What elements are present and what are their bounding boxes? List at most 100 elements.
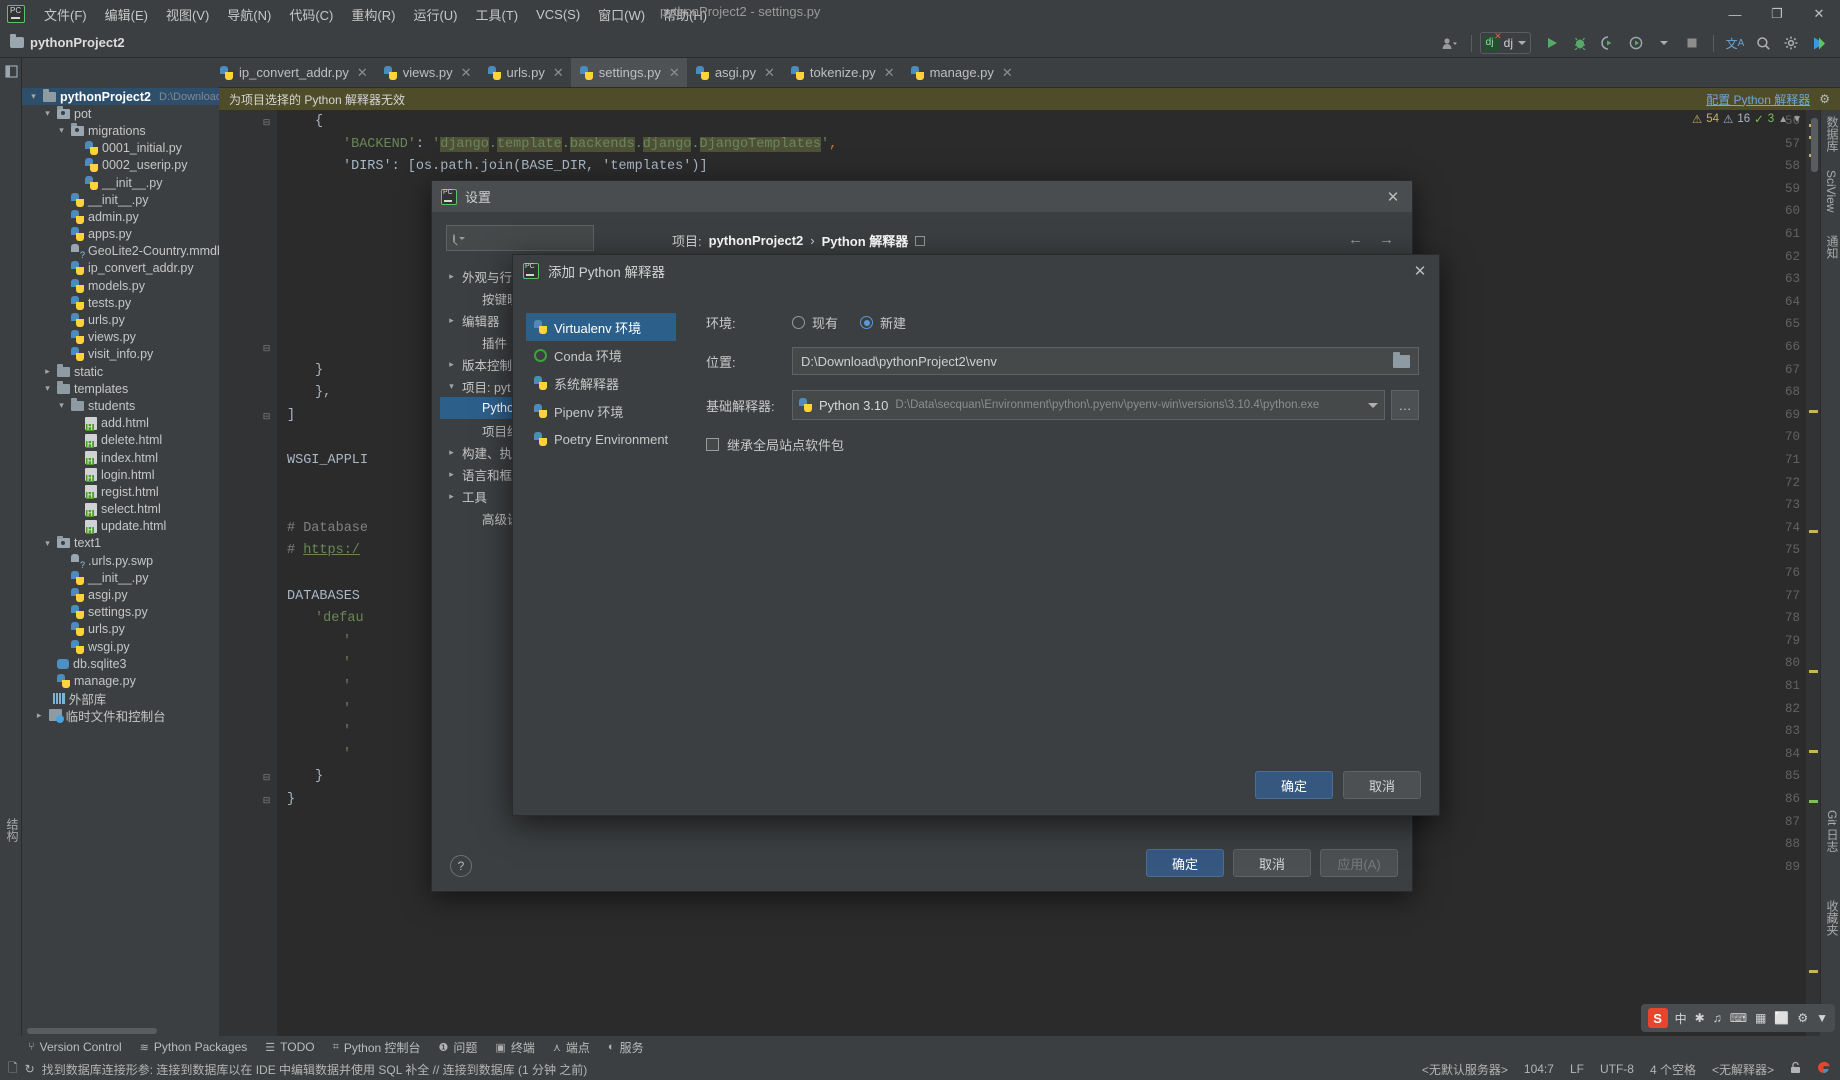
chevron-down-icon[interactable]: ▾ [42,383,53,394]
google-sync-icon[interactable] [1817,1061,1830,1077]
close-icon[interactable]: ✕ [1380,188,1406,206]
tree-node-asgi-py[interactable]: asgi.py [22,586,219,603]
tree-node-settings-py[interactable]: settings.py [22,604,219,621]
code-line[interactable]: ' [343,747,351,762]
expand-panel-icon[interactable] [915,235,926,246]
project-horizontal-scrollbar[interactable] [27,1028,157,1034]
run-with-coverage-icon[interactable] [1595,31,1621,55]
inspection-widget[interactable]: ⚠ 54 ⚠ 16 ✓ 3 ▲ ▼ [1692,112,1802,126]
close-tab-icon[interactable]: ✕ [357,65,368,81]
stop-icon[interactable] [1679,31,1705,55]
code-fold-icon[interactable]: ⊟ [261,411,272,422]
env-option-Virtualenv---[interactable]: Virtualenv 环境 [526,313,676,341]
radio-existing-button[interactable] [792,316,805,329]
ime-item-7[interactable]: ▼ [1816,1011,1828,1025]
chevron-down-icon[interactable]: ▾ [28,91,39,102]
nav-back-icon[interactable]: ← [1348,231,1363,248]
prev-problem-icon[interactable]: ▲ [1778,114,1788,125]
tree-node-index-html[interactable]: index.html [22,449,219,466]
tree-node-migrations[interactable]: ▾ migrations [22,122,219,139]
code-fold-icon[interactable]: ⊟ [261,117,272,128]
browse-folder-icon[interactable] [1393,352,1410,368]
chevron-down-icon[interactable]: ▾ [42,108,53,119]
git-log-stripe-label[interactable]: Git 日志 [1824,810,1840,853]
code-line[interactable]: ' [343,656,351,671]
caret-position[interactable]: 104:7 [1524,1062,1554,1076]
menu-item-5[interactable]: 重构(R) [342,2,404,27]
lock-icon[interactable] [1790,1061,1801,1077]
editor-tab-urls-py[interactable]: urls.py ✕ [479,58,571,87]
notifications-stripe-label[interactable]: 通知 [1824,235,1840,259]
radio-new-button[interactable] [860,316,874,329]
project-tool-icon[interactable] [0,60,22,82]
ime-item-1[interactable]: ✱ [1695,1011,1705,1025]
menu-item-7[interactable]: 工具(T) [466,2,527,27]
tree-node--urls-py-swp[interactable]: .urls.py.swp [22,552,219,570]
add-interpreter-ok-button[interactable]: 确定 [1255,771,1333,799]
editor-tab-manage-py[interactable]: manage.py ✕ [902,58,1020,87]
translate-icon[interactable]: 文A [1722,31,1748,55]
menu-item-9[interactable]: 窗口(W) [589,2,654,27]
bottom-tab-Python----[interactable]: ⌗ Python 控制台 [325,1038,429,1057]
tree-node-students[interactable]: ▾ students [22,397,219,414]
bookmarks-stripe-label[interactable]: 收藏夹 [1824,900,1840,936]
radio-existing[interactable]: 现有 [792,313,860,332]
settings-cancel-button[interactable]: 取消 [1233,849,1311,877]
search-icon[interactable] [1750,31,1776,55]
chevron-down-icon[interactable]: ▾ [56,125,67,136]
tree-node-apps-py[interactable]: apps.py [22,226,219,243]
bottom-tab---[interactable]: ⋏ 端点 [545,1038,598,1057]
project-file-tree[interactable]: ▾ pythonProject2 D:\Download\p ▾ pot ▾ migrati… [22,88,219,1016]
tree-node-pythonProject2[interactable]: ▾ pythonProject2 D:\Download\p [22,88,219,106]
breadcrumb-project-name[interactable]: pythonProject2 [30,35,125,50]
refresh-icon[interactable]: ↻ [25,1062,35,1076]
env-option-Conda---[interactable]: Conda 环境 [526,341,676,369]
base-interpreter-dropdown[interactable]: Python 3.10 D:\Data\secquan\Environment\… [792,390,1385,420]
file-encoding[interactable]: UTF-8 [1600,1062,1634,1076]
debug-icon[interactable] [1567,31,1593,55]
code-line[interactable]: ' [343,634,351,649]
database-stripe-label[interactable]: 数据库 [1824,116,1840,152]
tree-node-pot[interactable]: ▾ pot [22,105,219,122]
chevron-right-icon[interactable]: ▸ [446,359,457,370]
bottom-tab---[interactable]: ❶ 问题 [431,1038,486,1057]
tree-node-regist-html[interactable]: regist.html [22,483,219,500]
menu-item-4[interactable]: 代码(C) [280,2,342,27]
bottom-tab-TODO[interactable]: ☰ TODO [257,1039,322,1055]
tree-node-visit_info-py[interactable]: visit_info.py [22,346,219,363]
line-separator[interactable]: LF [1570,1062,1584,1076]
menu-item-1[interactable]: 编辑(E) [96,2,157,27]
tree-node-text1[interactable]: ▾ text1 [22,535,219,552]
tree-node-views-py[interactable]: views.py [22,329,219,346]
code-line[interactable]: WSGI_APPLI [287,453,368,468]
code-fold-icon[interactable]: ⊟ [261,795,272,806]
code-line[interactable]: 'BACKEND': 'django.template.backends.dja… [343,136,837,152]
radio-new[interactable]: 新建 [860,313,928,332]
code-line[interactable]: # Database [287,521,368,536]
settings-ok-button[interactable]: 确定 [1146,849,1224,877]
code-line[interactable]: ' [343,724,351,739]
configure-interpreter-link[interactable]: 配置 Python 解释器 [1706,91,1810,108]
chevron-down-icon[interactable]: ▾ [42,538,53,549]
tree-node----[interactable]: 外部库 [22,690,219,707]
tree-node-delete-html[interactable]: delete.html [22,432,219,449]
environment-type-list[interactable]: Virtualenv 环境 Conda 环境 系统解释器 Pipenv 环境 Poetr… [526,313,676,453]
chevron-down-icon[interactable]: ▾ [56,400,67,411]
env-option------[interactable]: 系统解释器 [526,369,676,397]
tree-node-0002_userip-py[interactable]: 0002_userip.py [22,157,219,174]
ime-item-3[interactable]: ⌨ [1730,1011,1747,1025]
profiler-icon[interactable] [1623,31,1649,55]
tree-node-admin-py[interactable]: admin.py [22,208,219,225]
tree-node---------[interactable]: ▸ 临时文件和控制台 [22,707,219,724]
code-line[interactable]: ' [343,679,351,694]
chevron-right-icon[interactable]: ▸ [42,366,53,377]
tree-node-db-sqlite3[interactable]: db.sqlite3 [22,655,219,672]
chevron-right-icon[interactable]: ▸ [34,710,45,721]
code-line[interactable]: } [315,769,323,784]
bottom-tab-Python-Packages[interactable]: ≋ Python Packages [132,1039,256,1055]
editor-tab-tokenize-py[interactable]: tokenize.py ✕ [782,58,902,87]
editor-error-stripe[interactable] [1806,110,1820,1036]
tree-node-manage-py[interactable]: manage.py [22,672,219,689]
settings-search-input[interactable] [446,225,624,251]
chevron-right-icon[interactable]: ▸ [446,271,457,282]
